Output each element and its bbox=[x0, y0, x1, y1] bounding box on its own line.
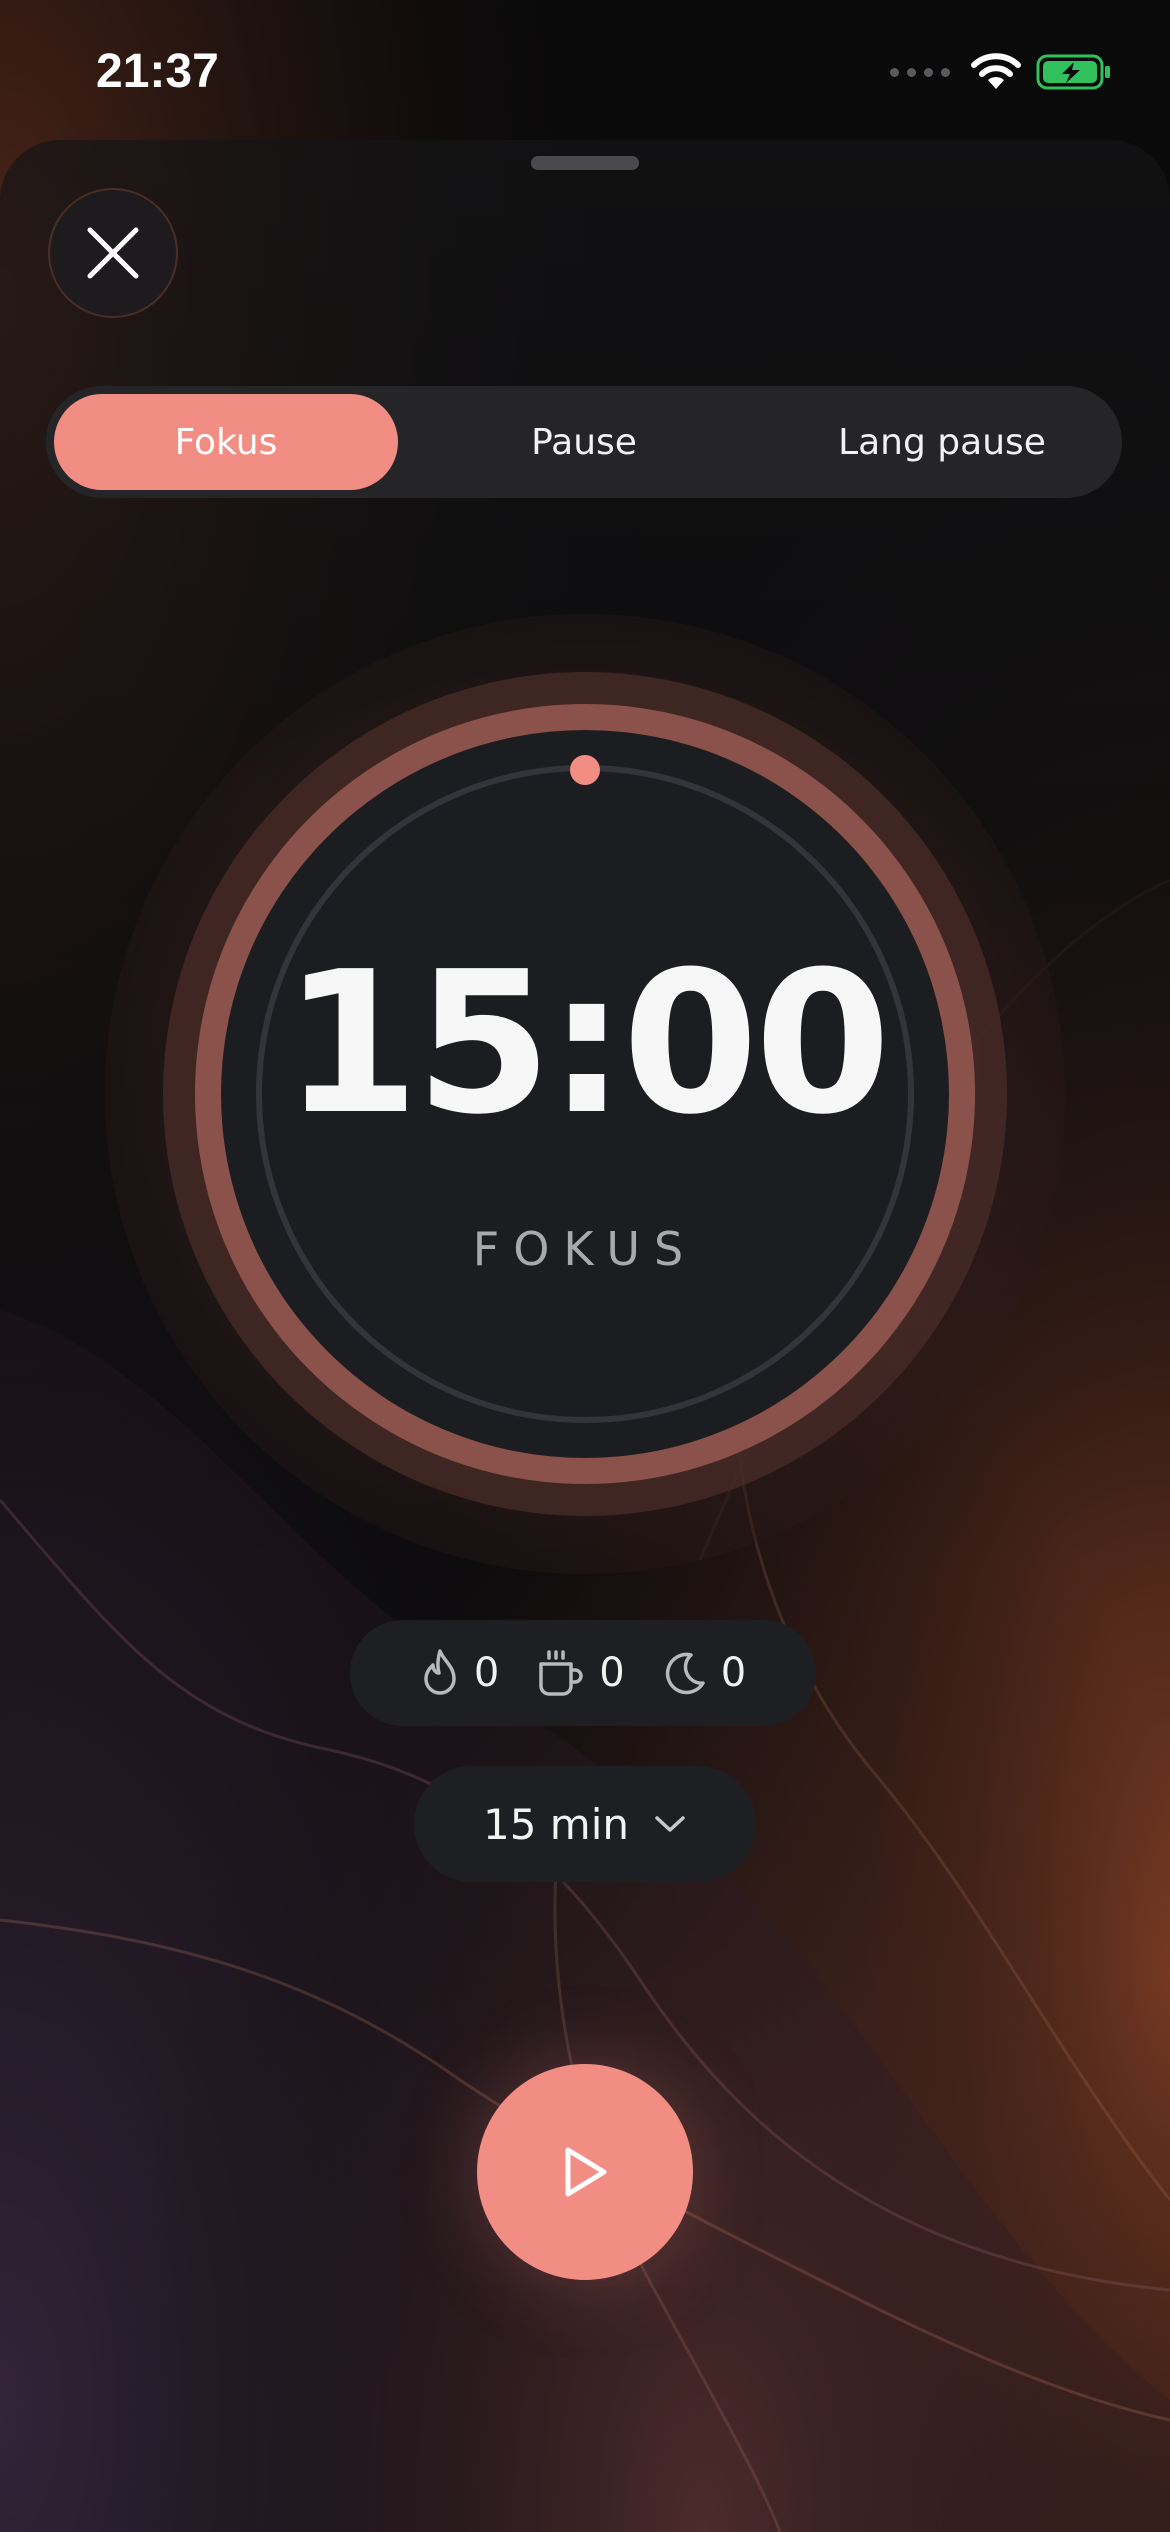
play-button[interactable] bbox=[477, 2064, 693, 2280]
focus-count: 0 bbox=[420, 1648, 499, 1698]
play-icon bbox=[565, 2147, 607, 2197]
duration-dropdown[interactable]: 15 min bbox=[414, 1766, 756, 1882]
moon-icon bbox=[665, 1652, 705, 1695]
chevron-down-icon bbox=[655, 1816, 685, 1832]
flame-icon bbox=[424, 1649, 456, 1695]
break-count-value: 0 bbox=[599, 1650, 625, 1696]
sheet-grabber[interactable] bbox=[531, 156, 639, 170]
close-icon bbox=[87, 227, 139, 279]
status-icons bbox=[890, 52, 1114, 92]
mode-segmented-control: Fokus Pause Lang pause bbox=[46, 386, 1122, 498]
battery-charging-icon bbox=[1036, 54, 1110, 90]
status-time: 21:37 bbox=[96, 45, 219, 98]
coffee-cup-icon bbox=[539, 1650, 583, 1696]
break-count: 0 bbox=[535, 1648, 625, 1698]
tab-fokus[interactable]: Fokus bbox=[54, 394, 398, 490]
focus-count-value: 0 bbox=[473, 1650, 500, 1696]
long-break-count-value: 0 bbox=[720, 1650, 747, 1696]
timer-countdown: 15:00 bbox=[283, 930, 891, 1158]
close-button[interactable] bbox=[48, 188, 178, 318]
session-counters: 0 0 0 bbox=[350, 1620, 816, 1726]
tab-pause[interactable]: Pause bbox=[412, 394, 756, 490]
timer-mode-label: FOKUS bbox=[472, 1222, 698, 1276]
wifi-icon bbox=[971, 53, 1021, 89]
long-break-count: 0 bbox=[661, 1650, 746, 1696]
cellular-signal-icon bbox=[890, 67, 950, 77]
timer-progress-indicator bbox=[570, 755, 600, 785]
tab-lang-pause[interactable]: Lang pause bbox=[770, 394, 1114, 490]
duration-value: 15 min bbox=[483, 1799, 629, 1849]
